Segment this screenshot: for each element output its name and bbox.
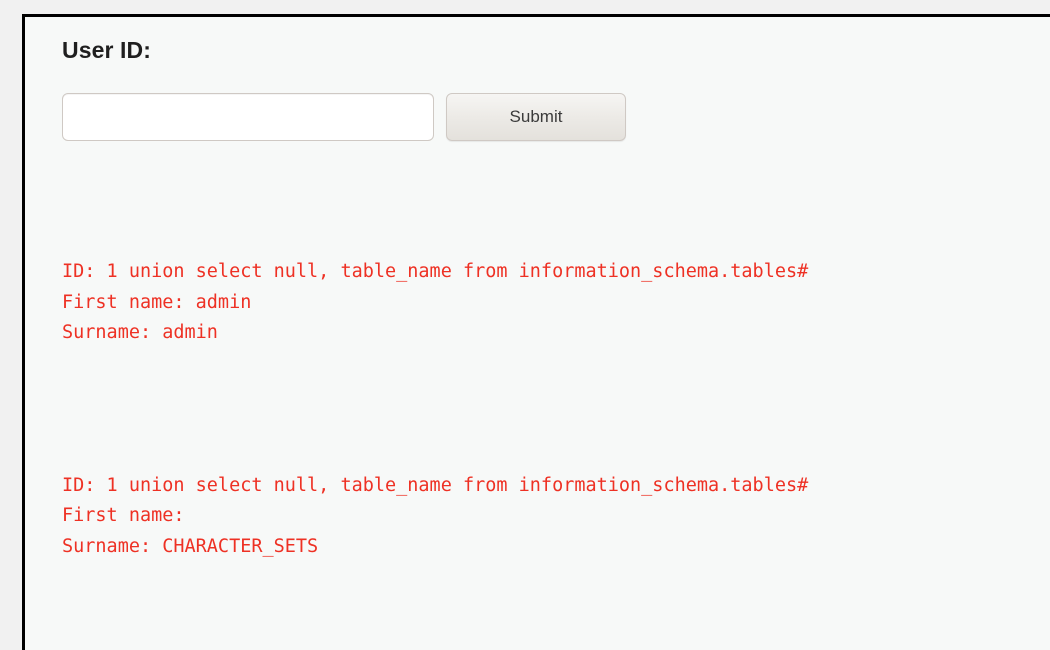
result-block: ID: 1 union select null, table_name from… xyxy=(62,471,1050,563)
page-root: User ID: Submit ID: 1 union select null,… xyxy=(0,0,1050,650)
panel-content: User ID: Submit ID: 1 union select null,… xyxy=(25,17,1050,650)
result-first-name-line: First name: xyxy=(62,505,196,527)
page-title: User ID: xyxy=(62,37,151,63)
submit-button[interactable]: Submit xyxy=(446,92,626,141)
result-block: ID: 1 union select null, table_name from… xyxy=(62,257,1050,349)
vulnerability-panel: User ID: Submit ID: 1 union select null,… xyxy=(22,14,1050,650)
result-id-line: ID: 1 union select null, table_name from… xyxy=(62,474,809,496)
result-first-name-line: First name: admin xyxy=(62,291,252,313)
user-id-input[interactable] xyxy=(62,92,434,141)
result-id-line: ID: 1 union select null, table_name from… xyxy=(62,261,809,283)
user-id-form: Submit xyxy=(62,92,1050,141)
result-surname-line: Surname: admin xyxy=(62,322,218,344)
sql-injection-results: ID: 1 union select null, table_name from… xyxy=(62,166,1050,650)
result-surname-line: Surname: CHARACTER_SETS xyxy=(62,535,319,557)
